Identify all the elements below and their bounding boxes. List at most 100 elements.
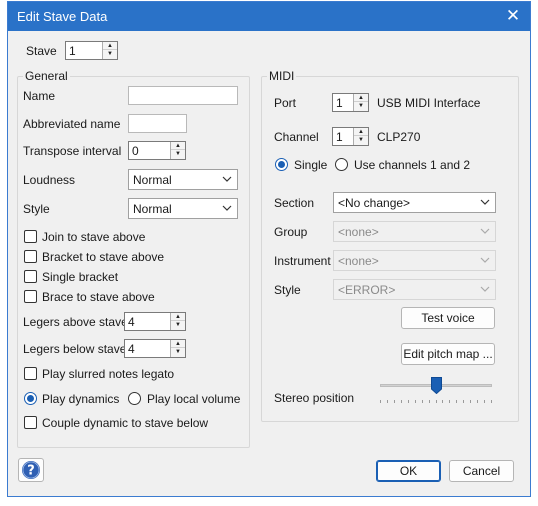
channel-up-icon[interactable]: ▲ [354,128,368,136]
edit-pitch-map-button[interactable]: Edit pitch map ... [401,343,495,365]
stereo-position-slider[interactable] [380,376,492,404]
brace-checkbox[interactable] [24,290,37,303]
stave-up-icon[interactable]: ▲ [103,42,117,50]
port-label: Port [274,96,297,110]
port-value: 1 [336,96,343,110]
play-dynamics-radio[interactable] [24,392,37,405]
instrument-select[interactable]: <none> [333,250,496,271]
single-bracket-checkbox[interactable] [24,270,37,283]
legers-above-down-icon[interactable]: ▼ [171,321,185,329]
port-stepper[interactable]: 1 ▲ ▼ [332,93,369,112]
channel-label: Channel [274,130,319,144]
cancel-button[interactable]: Cancel [449,460,514,482]
channel-stepper-arrows[interactable]: ▲ ▼ [353,128,368,145]
channel-value: 1 [336,130,343,144]
slider-tick [435,400,437,403]
title-bar: Edit Stave Data ✕ [8,2,530,31]
stave-down-icon[interactable]: ▼ [103,50,117,58]
slider-tick [477,400,479,403]
play-local-volume-label: Play local volume [147,392,241,406]
slider-tick [386,400,388,403]
transpose-value: 0 [132,144,139,158]
legers-above-label: Legers above stave [23,315,128,329]
chevron-down-icon [222,176,232,182]
single-label: Single [294,158,328,172]
legers-below-stepper[interactable]: 4 ▲ ▼ [124,339,186,358]
midi-style-select[interactable]: <ERROR> [333,279,496,300]
slider-tick [484,400,486,403]
stereo-label: Stereo position [274,391,355,405]
use-channels-radio[interactable] [335,158,348,171]
legers-above-stepper[interactable]: 4 ▲ ▼ [124,312,186,331]
transpose-up-icon[interactable]: ▲ [171,142,185,150]
legers-below-down-icon[interactable]: ▼ [171,348,185,356]
section-select[interactable]: <No change> [333,192,496,213]
name-label: Name [23,89,56,103]
slider-tick [470,400,472,403]
stave-label: Stave [26,44,57,58]
port-stepper-arrows[interactable]: ▲ ▼ [353,94,368,111]
instrument-label: Instrument [274,254,331,268]
midi-group-title: MIDI [267,69,297,83]
loudness-select[interactable]: Normal [128,169,238,190]
slider-thumb[interactable] [430,377,442,394]
section-value: <No change> [338,196,411,210]
style-value: Normal [133,202,172,216]
transpose-label: Transpose interval [23,144,122,158]
slider-tick [407,400,409,403]
bracket-checkbox[interactable] [24,250,37,263]
single-bracket-label: Single bracket [42,270,119,284]
loudness-value: Normal [133,173,172,187]
help-button[interactable]: ? [18,458,44,482]
single-radio[interactable] [275,158,288,171]
channel-down-icon[interactable]: ▼ [354,136,368,144]
slider-tick [463,400,465,403]
couple-checkbox[interactable] [24,416,37,429]
brace-label: Brace to stave above [42,290,155,304]
port-down-icon[interactable]: ▼ [354,102,368,110]
style-select[interactable]: Normal [128,198,238,219]
play-local-volume-radio[interactable] [128,392,141,405]
transpose-down-icon[interactable]: ▼ [171,150,185,158]
legers-below-label: Legers below stave [23,342,127,356]
help-icon: ? [22,461,40,479]
transpose-stepper[interactable]: 0 ▲ ▼ [128,141,186,160]
slider-tick [456,400,458,403]
channel-name: CLP270 [377,130,421,144]
stave-stepper-arrows[interactable]: ▲ ▼ [102,42,117,59]
stave-stepper[interactable]: 1 ▲ ▼ [65,41,118,60]
name-field[interactable] [128,86,238,105]
group-select[interactable]: <none> [333,221,496,242]
group-label: Group [274,225,308,239]
legers-below-arrows[interactable]: ▲ ▼ [170,340,185,357]
slurred-checkbox[interactable] [24,367,37,380]
chevron-down-icon [480,228,490,234]
legers-below-value: 4 [128,342,135,356]
legers-above-arrows[interactable]: ▲ ▼ [170,313,185,330]
join-checkbox[interactable] [24,230,37,243]
slurred-label: Play slurred notes legato [42,367,175,381]
slider-tick [428,400,430,403]
slider-tick [421,400,423,403]
midi-group [261,76,519,422]
couple-label: Couple dynamic to stave below [42,416,209,430]
chevron-down-icon [480,257,490,263]
slider-tick [393,400,395,403]
abbrev-label: Abbreviated name [23,117,121,131]
test-voice-button[interactable]: Test voice [401,307,495,329]
port-up-icon[interactable]: ▲ [354,94,368,102]
transpose-stepper-arrows[interactable]: ▲ ▼ [170,142,185,159]
legers-above-value: 4 [128,315,135,329]
play-dynamics-label: Play dynamics [42,392,120,406]
legers-above-up-icon[interactable]: ▲ [171,313,185,321]
abbreviated-name-field[interactable] [128,114,187,133]
close-icon[interactable]: ✕ [500,4,526,28]
ok-button[interactable]: OK [376,460,441,482]
dialog-title: Edit Stave Data [17,9,108,24]
midi-style-label: Style [274,283,301,297]
midi-style-value: <ERROR> [338,283,396,297]
legers-below-up-icon[interactable]: ▲ [171,340,185,348]
loudness-label: Loudness [23,173,76,187]
channel-stepper[interactable]: 1 ▲ ▼ [332,127,369,146]
slider-tick [449,400,451,403]
